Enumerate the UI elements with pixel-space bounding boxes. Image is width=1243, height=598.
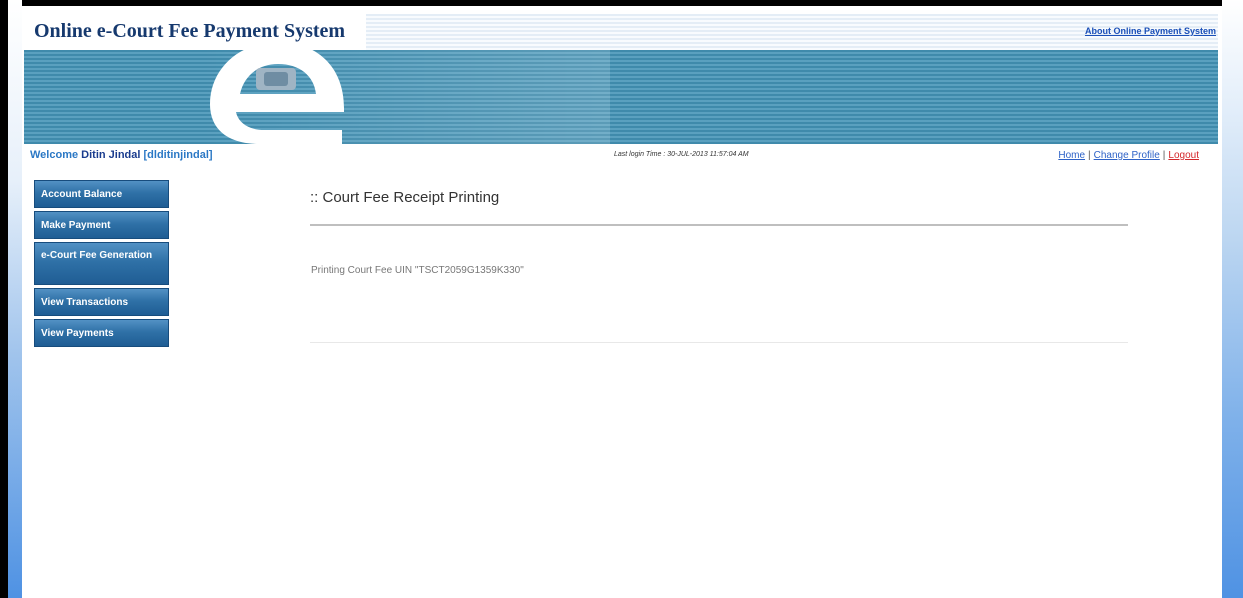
sidebar-menu: Account Balance Make Payment e-Court Fee…: [34, 180, 169, 350]
window-left-border: [0, 0, 8, 598]
logout-link[interactable]: Logout: [1168, 150, 1199, 161]
page-title: :: Court Fee Receipt Printing: [310, 189, 500, 206]
printing-status-message: Printing Court Fee UIN "TSCT2059G1359K33…: [311, 265, 524, 276]
user-id: [dlditinjindal]: [143, 149, 213, 161]
sidebar-item-view-transactions[interactable]: View Transactions: [34, 288, 169, 316]
left-gradient-strip: [8, 0, 22, 598]
about-online-payment-link[interactable]: About Online Payment System: [1085, 26, 1216, 36]
top-nav-links: Home | Change Profile | Logout: [1058, 150, 1199, 161]
sidebar-item-account-balance[interactable]: Account Balance: [34, 180, 169, 208]
home-link[interactable]: Home: [1058, 150, 1085, 161]
change-profile-link[interactable]: Change Profile: [1094, 150, 1160, 161]
right-gradient-strip: [1222, 0, 1243, 598]
title-divider: [310, 224, 1128, 226]
link-separator: |: [1162, 150, 1166, 161]
welcome-label: Welcome: [30, 149, 79, 161]
sidebar-item-ecourt-fee-generation[interactable]: e-Court Fee Generation: [34, 242, 169, 285]
user-name: Ditin Jindal: [81, 149, 141, 161]
content-divider: [310, 342, 1128, 343]
welcome-message: Welcome Ditin Jindal [dlditinjindal]: [30, 149, 213, 161]
link-separator: |: [1088, 150, 1091, 161]
last-login-time: Last login Time : 30-JUL-2013 11:57:04 A…: [614, 151, 749, 158]
window-top-border: [0, 0, 1243, 6]
sidebar-item-make-payment[interactable]: Make Payment: [34, 211, 169, 239]
e-logo-icon: [210, 42, 344, 144]
sidebar-item-view-payments[interactable]: View Payments: [34, 319, 169, 347]
